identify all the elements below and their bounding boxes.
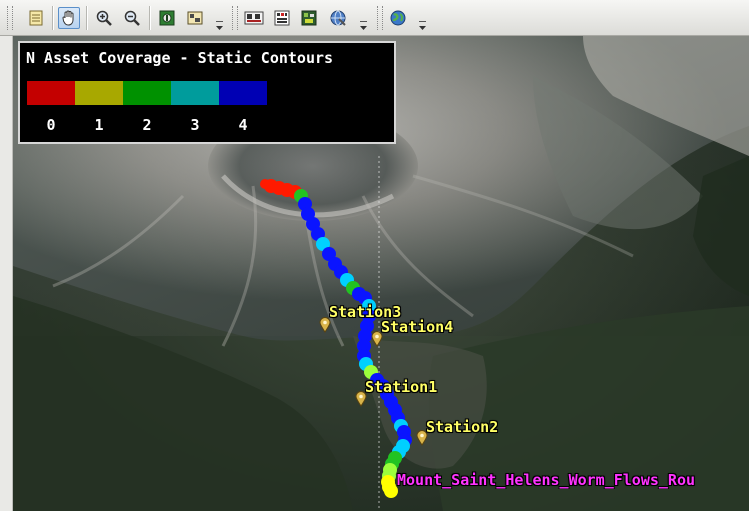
legend-label: 2 (142, 116, 152, 134)
globe-settings-button[interactable] (327, 7, 349, 29)
station-label[interactable]: Station1 (365, 378, 437, 396)
zoom-out-icon (124, 10, 140, 26)
legend-label: 1 (94, 116, 104, 134)
grid-chart-button[interactable] (271, 7, 293, 29)
legend-label: 4 (238, 116, 248, 134)
legend-swatch (219, 81, 267, 105)
zoom-out-button[interactable] (121, 7, 143, 29)
notepad-icon (29, 10, 43, 26)
toolbar-separator (52, 6, 53, 30)
layer-image-icon (187, 11, 203, 25)
layer-image-button[interactable] (184, 7, 206, 29)
map-view-icon (159, 10, 175, 26)
globe-icon (390, 10, 406, 26)
legend-title: N Asset Coverage - Static Contours (26, 49, 334, 67)
route-label[interactable]: Mount_Saint_Helens_Worm_Flows_Rou (397, 471, 747, 489)
toolbar-separator (149, 6, 150, 30)
station-label[interactable]: Station2 (426, 418, 498, 436)
terrain-map-button[interactable] (298, 7, 320, 29)
legend-label: 3 (190, 116, 200, 134)
map-side-panel (0, 36, 13, 511)
chevron-down-icon[interactable] (418, 20, 427, 32)
toolbar-grip[interactable] (377, 6, 383, 30)
globe-button[interactable] (387, 7, 409, 29)
pan-button[interactable] (58, 7, 80, 29)
coverage-legend: N Asset Coverage - Static Contours 0 1 2… (18, 41, 396, 144)
legend-swatch (171, 81, 219, 105)
coverage-point (384, 484, 398, 498)
legend-swatch (75, 81, 123, 105)
globe-settings-icon (330, 10, 346, 26)
toolbar-grip[interactable] (7, 6, 13, 30)
label-ab-button[interactable] (243, 7, 265, 29)
chevron-down-icon[interactable] (359, 20, 368, 32)
legend-swatch (27, 81, 75, 105)
legend-swatch (123, 81, 171, 105)
main-toolbar (0, 0, 749, 36)
map-view-button[interactable] (156, 7, 178, 29)
legend-label: 0 (46, 116, 56, 134)
label-ab-icon (244, 11, 264, 25)
pan-hand-icon (62, 10, 74, 26)
toolbar-separator (86, 6, 87, 30)
chevron-down-icon[interactable] (215, 20, 224, 32)
terrain-map-icon (301, 10, 317, 26)
station-label[interactable]: Station4 (381, 318, 453, 336)
toolbar-grip[interactable] (232, 6, 238, 30)
zoom-in-icon (96, 10, 112, 26)
notepad-button[interactable] (25, 7, 47, 29)
grid-chart-icon (274, 10, 290, 26)
zoom-in-button[interactable] (93, 7, 115, 29)
